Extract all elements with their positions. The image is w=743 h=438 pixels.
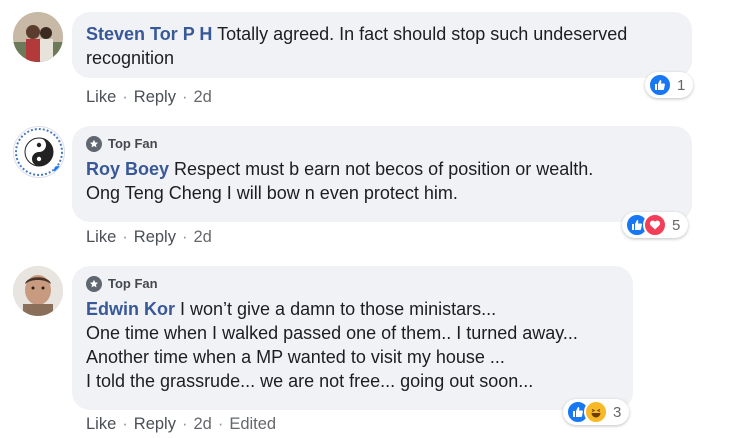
comment-text-line: Respect must b earn not becos of positio… [174,159,594,179]
avatar-roy[interactable] [13,126,65,178]
edited-label[interactable]: Edited [229,415,276,434]
comment-text-line: Ong Teng Cheng I will bow n even protect… [86,183,458,203]
love-reaction-icon [643,213,667,237]
separator-dot: · [122,414,128,433]
reply-link[interactable]: Reply [134,415,176,434]
comment-actions: Like · Reply · 2d [86,227,212,247]
reaction-summary[interactable]: 3 [563,399,630,425]
comment-text-line: I won’t give a damn to those ministars..… [180,299,497,319]
like-link[interactable]: Like [86,88,116,107]
avatar-photo-icon [13,12,63,62]
comment-text-line: Another time when a MP wanted to visit m… [86,347,505,367]
haha-reaction-icon [584,400,608,424]
reply-link[interactable]: Reply [134,228,176,247]
top-fan-badge-icon [86,276,102,292]
reply-link[interactable]: Reply [134,88,176,107]
timestamp[interactable]: 2d [193,228,211,247]
reaction-count: 5 [672,216,681,234]
top-fan-badge-icon [86,136,102,152]
comment-actions: Like · Reply · 2d [86,87,212,107]
comment-text-line: Totally agreed. In fact should stop such… [217,24,628,44]
top-fan-badge[interactable]: Top Fan [86,135,678,153]
avatar-edwin[interactable] [13,266,63,316]
separator-dot: · [181,414,188,433]
comment-author[interactable]: Roy Boey [86,159,169,179]
separator-dot: · [122,87,128,106]
separator-dot: · [122,227,128,246]
comment-author[interactable]: Edwin Kor [86,299,175,319]
top-fan-label: Top Fan [108,276,158,291]
comment-bubble: Steven Tor P H Totally agreed. In fact s… [72,12,692,78]
comment-bubble: Top Fan Roy Boey Respect must b earn not… [72,126,692,222]
reaction-count: 1 [677,76,686,94]
comment-author[interactable]: Steven Tor P H [86,24,212,44]
separator-dot: · [217,414,224,433]
like-reaction-icon [648,73,672,97]
like-link[interactable]: Like [86,228,116,247]
comment-text-line: One time when I walked passed one of the… [86,323,578,343]
reaction-summary[interactable]: 1 [645,72,694,98]
avatar-photo-icon [13,266,63,316]
top-fan-label: Top Fan [108,136,158,151]
separator-dot: · [181,227,188,246]
comment-bubble: Top Fan Edwin Kor I won’t give a damn to… [72,266,633,410]
avatar-steven[interactable] [13,12,63,62]
reaction-summary[interactable]: 5 [622,212,689,238]
timestamp[interactable]: 2d [193,415,211,434]
comment-text-line: recognition [86,48,175,68]
like-link[interactable]: Like [86,415,116,434]
comment-actions: Like · Reply · 2d · Edited [86,414,276,434]
separator-dot: · [181,87,188,106]
yin-yang-avatar-icon [15,128,63,176]
top-fan-badge[interactable]: Top Fan [86,275,619,293]
comment-text-line: I told the grassrude... we are not free.… [86,371,534,391]
reaction-count: 3 [613,403,622,421]
timestamp[interactable]: 2d [193,88,211,107]
